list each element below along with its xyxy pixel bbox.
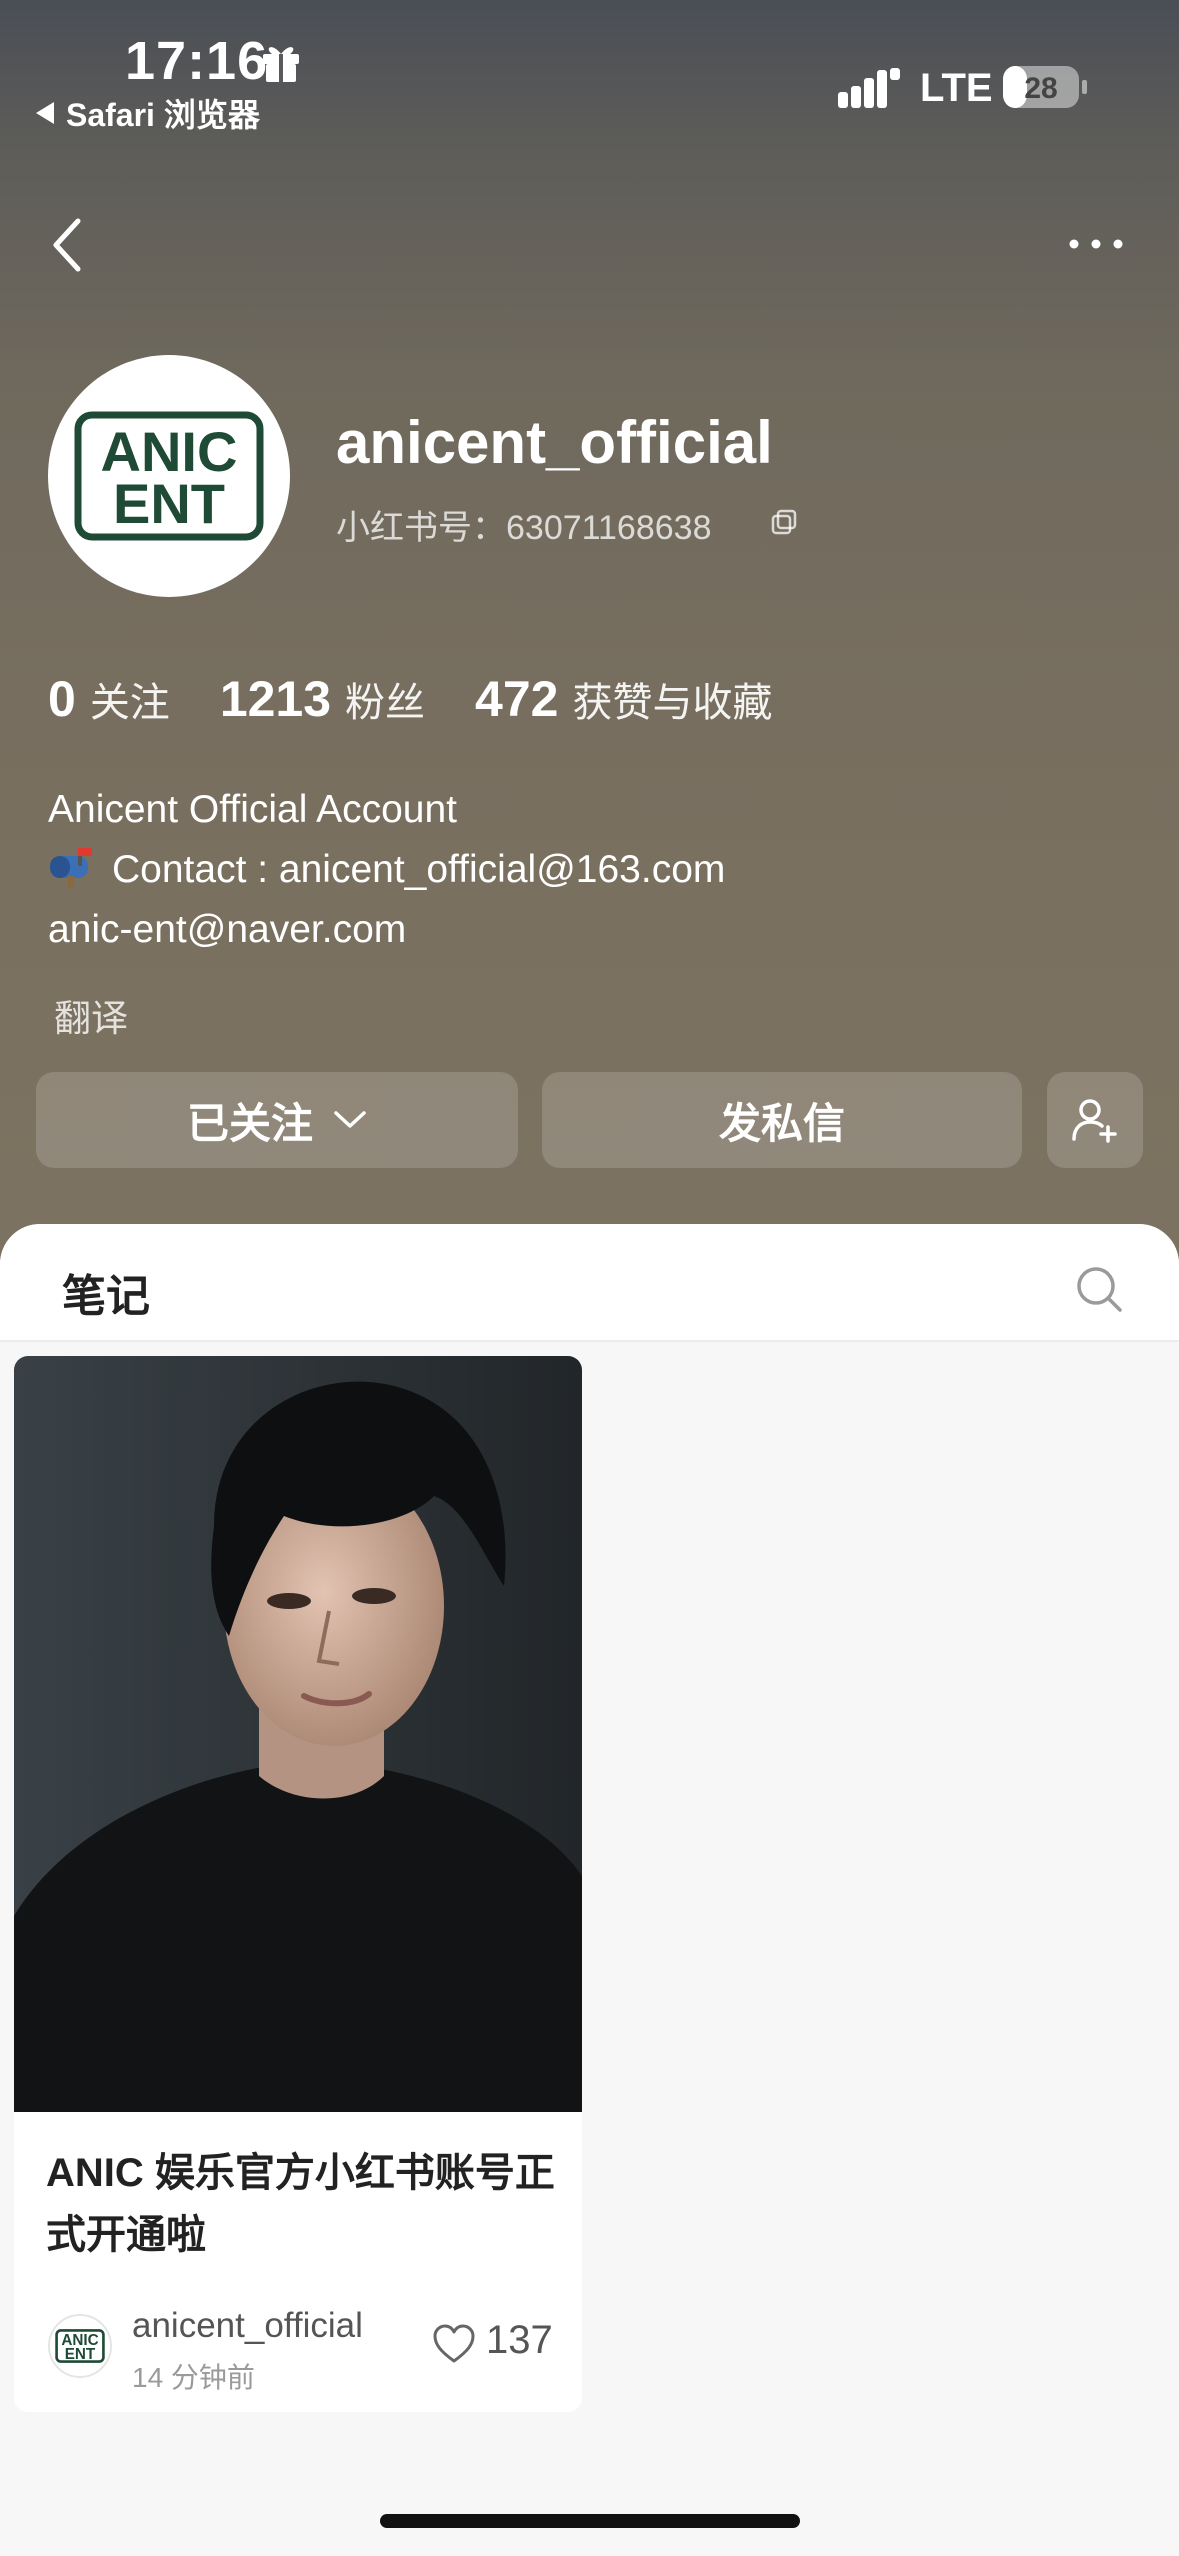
notes-panel: 笔记 ANIC 娱乐官方小红书账号正式开通啦 ANIC ENT anicent_…: [0, 1224, 1179, 2556]
chevron-down-icon: [334, 1111, 366, 1128]
red-id: 小红书号：63071168638: [336, 509, 712, 547]
back-triangle-icon: [36, 102, 54, 124]
following-button[interactable]: 已关注: [36, 1072, 518, 1168]
translate-link[interactable]: 翻译: [54, 988, 128, 1042]
note-author-avatar[interactable]: ANIC ENT: [48, 2314, 112, 2378]
heart-icon[interactable]: [432, 2324, 476, 2364]
bio-line-1: Anicent Official Account: [48, 788, 458, 831]
profile-username: anicent_official: [336, 409, 773, 476]
note-title: ANIC 娱乐官方小红书账号正式开通啦: [46, 2151, 555, 2257]
stat-followers[interactable]: 1213 粉丝: [220, 670, 425, 728]
note-author-name[interactable]: anicent_official: [132, 2306, 363, 2346]
battery-level: 28: [1024, 72, 1057, 105]
mailbox-icon: [50, 848, 92, 888]
profile-stats: 0 关注 1213 粉丝 472 获赞与收藏: [48, 670, 822, 728]
more-options-icon[interactable]: [1066, 234, 1126, 254]
tab-notes[interactable]: 笔记: [62, 1260, 150, 1324]
add-user-icon: [1072, 1099, 1117, 1143]
bio-line-3: anic-ent@naver.com: [48, 908, 407, 951]
bio-line-2: Contact : anicent_official@163.com: [48, 840, 1128, 900]
add-friend-button[interactable]: [1047, 1072, 1143, 1168]
bio-contact: Contact : anicent_official@163.com: [112, 848, 726, 891]
note-card[interactable]: ANIC 娱乐官方小红书账号正式开通啦 ANIC ENT anicent_off…: [14, 1356, 582, 2412]
profile-avatar[interactable]: ANIC ENT: [48, 355, 290, 597]
back-app-label: Safari 浏览器: [66, 97, 260, 133]
stat-followers-value: 1213: [219, 671, 332, 727]
copy-icon[interactable]: [770, 508, 798, 536]
stat-likes-value: 472: [475, 671, 559, 727]
profile-bio: Anicent Official Account Contact : anice…: [48, 780, 1128, 960]
logo-small-text-bottom: ENT: [65, 2346, 96, 2363]
search-icon[interactable]: [1074, 1264, 1124, 1314]
status-time: 17:16: [125, 31, 269, 91]
note-cover-photo: [14, 1356, 582, 2112]
network-type: LTE: [920, 66, 993, 110]
back-to-safari-link[interactable]: Safari 浏览器: [36, 90, 260, 136]
signal-icon: [838, 68, 900, 108]
note-timestamp: 14 分钟前: [132, 2362, 255, 2393]
profile-header-background: [0, 0, 1179, 1260]
anic-logo: ANIC ENT: [74, 411, 264, 541]
anic-logo-small: ANIC ENT: [55, 2329, 105, 2363]
home-indicator[interactable]: [380, 2514, 800, 2528]
back-icon[interactable]: [48, 215, 88, 275]
battery-icon: 28: [1003, 66, 1087, 108]
stat-likes-label: 获赞与收藏: [572, 681, 773, 725]
stat-likes-collects[interactable]: 472 获赞与收藏: [475, 670, 772, 728]
stat-following-label: 关注: [89, 681, 170, 725]
gift-icon: [263, 47, 299, 82]
stat-followers-label: 粉丝: [345, 681, 426, 725]
notes-tabbar: 笔记: [0, 1224, 1179, 1342]
stat-following[interactable]: 0 关注: [48, 670, 170, 728]
stat-following-value: 0: [48, 671, 76, 727]
note-like-count: 137: [486, 2318, 553, 2362]
send-message-button[interactable]: 发私信: [542, 1072, 1022, 1168]
send-message-label: 发私信: [718, 1099, 845, 1147]
following-button-label: 已关注: [186, 1099, 313, 1147]
logo-text-bottom: ENT: [113, 472, 225, 535]
